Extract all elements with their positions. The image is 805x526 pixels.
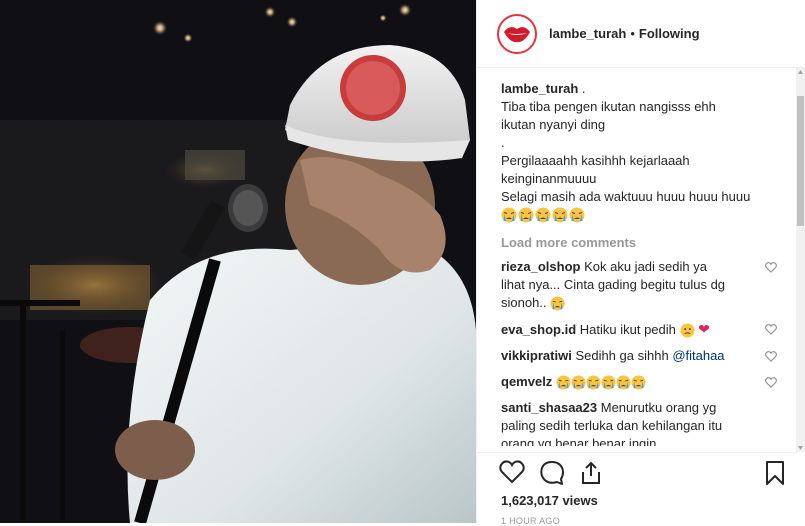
comment-text: sionoh.. (501, 295, 547, 310)
comment-username[interactable]: rieza_olshop (501, 259, 580, 274)
comment-text: Sedihh ga sihhh (575, 348, 669, 363)
comment-item: vikkipratiwi Sedihh ga sihhh @fitahaa (501, 347, 783, 365)
video-frame (0, 0, 476, 523)
comment-text: lihat nya... Cinta gading begitu tulus d… (501, 277, 726, 292)
red-heart-emoji-icon: ❤ (698, 321, 710, 337)
sad-face-emoji-icon (679, 323, 695, 338)
comment-username[interactable]: qemvelz (501, 374, 552, 389)
mention-link[interactable]: @fitahaa (672, 348, 724, 363)
comment-text: Menurutku orang yg (600, 400, 717, 415)
crying-emoji-icon (550, 295, 565, 311)
comment-emoji-row (556, 374, 646, 390)
comment-like-heart-icon[interactable] (765, 322, 777, 340)
following-button[interactable]: Following (639, 26, 700, 41)
scrollbar-thumb[interactable] (797, 96, 804, 226)
comment-icon[interactable] (539, 460, 565, 486)
caption-line: . (501, 135, 505, 150)
caption-line: Selagi masih ada waktuuu huuu huuu huuu (501, 189, 751, 204)
crying-emoji-icon (569, 207, 585, 223)
comment-like-heart-icon[interactable] (765, 349, 777, 367)
comment-username[interactable]: santi_shasaa23 (501, 400, 597, 415)
header-separator: • (630, 26, 635, 41)
comment-item: qemvelz (501, 373, 783, 391)
caption-line: Tiba tiba pengen ikutan nangisss ehh (501, 99, 716, 114)
crying-emoji-icon (571, 375, 586, 390)
crying-emoji-icon (616, 375, 631, 390)
sad-face-emoji-icon (679, 322, 695, 338)
post-timestamp[interactable]: 1 HOUR AGO (501, 516, 560, 526)
comment-username[interactable]: eva_shop.id (501, 322, 576, 337)
share-icon[interactable] (579, 460, 603, 486)
comment-text: Hatiku ikut pedih (579, 322, 676, 337)
crying-emoji-icon (552, 207, 568, 223)
caption-emoji-row (501, 207, 783, 223)
comments-list: lambe_turah . Tiba tiba pengen ikutan na… (501, 80, 783, 446)
crying-emoji-icon (556, 375, 571, 390)
avatar[interactable] (497, 13, 537, 54)
crying-emoji-icon (631, 375, 646, 390)
crying-emoji-icon (501, 207, 517, 223)
comment-text: paling sedih terluka dan kehilangan itu (501, 418, 723, 433)
post-header: lambe_turah • Following (477, 0, 805, 68)
scroll-down-arrow-icon[interactable] (797, 444, 804, 452)
scroll-up-arrow-icon[interactable] (797, 68, 804, 76)
crying-emoji-icon (586, 375, 601, 390)
view-count[interactable]: 1,623,017 views (501, 493, 598, 508)
heart-icon[interactable] (499, 460, 525, 484)
crying-emoji-icon (601, 375, 616, 390)
comment-like-heart-icon[interactable] (765, 260, 777, 278)
crying-emoji-icon (518, 207, 534, 223)
header-username[interactable]: lambe_turah (549, 26, 626, 41)
actions-divider (477, 452, 797, 453)
comment-item: santi_shasaa23 Menurutku orang yg paling… (501, 399, 783, 446)
crying-emoji-icon (535, 207, 551, 223)
instagram-post: lambe_turah • Following lambe_turah . Ti… (0, 0, 805, 526)
bookmark-icon[interactable] (765, 460, 785, 486)
caption-line: Pergilaaaahh kasihhh kejarlaaah (501, 153, 690, 168)
caption-suffix: . (578, 81, 586, 96)
comment-username[interactable]: vikkipratiwi (501, 348, 572, 363)
crying-emoji-icon (550, 296, 565, 311)
caption-line: ikutan nyanyi ding (501, 117, 606, 132)
lips-logo-icon (504, 26, 530, 42)
load-more-comments-button[interactable]: Load more comments (501, 235, 783, 250)
caption-line: keinginanmuuuu (501, 171, 597, 186)
post-actions (499, 460, 785, 488)
comment-item: rieza_olshop Kok aku jadi sedih ya lihat… (501, 258, 783, 312)
caption-username[interactable]: lambe_turah (501, 81, 578, 96)
comment-text: orang yg benar benar ingin (501, 436, 657, 446)
post-video[interactable] (0, 0, 476, 523)
comment-text: Kok aku jadi sedih ya (584, 259, 707, 274)
comments-scrollbar[interactable] (796, 68, 805, 452)
caption: lambe_turah . Tiba tiba pengen ikutan na… (501, 80, 783, 223)
comment-like-heart-icon[interactable] (765, 375, 777, 393)
post-side-panel: lambe_turah • Following lambe_turah . Ti… (476, 0, 805, 526)
comment-item: eva_shop.id Hatiku ikut pedih ❤ (501, 320, 783, 339)
